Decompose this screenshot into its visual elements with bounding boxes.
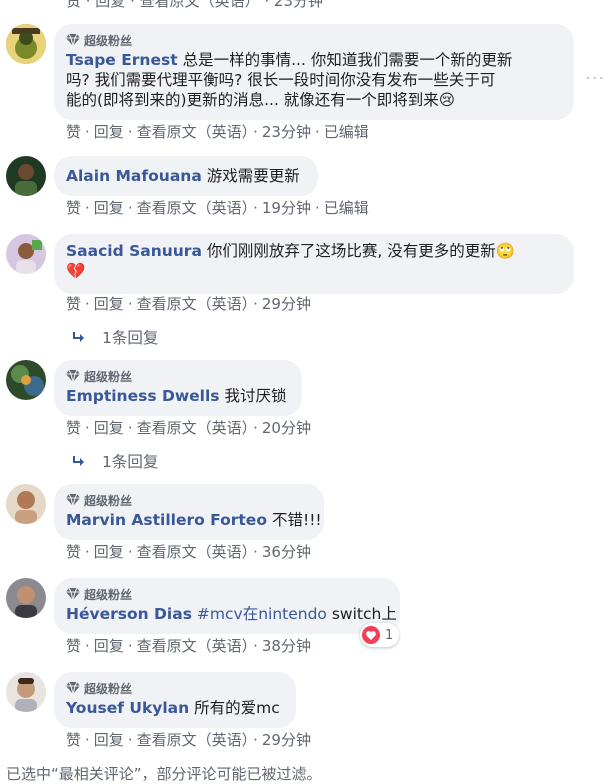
super-fan-badge: 超级粉丝 [66, 679, 284, 697]
heart-icon [362, 626, 380, 644]
comment-text: 能的(即将到来的)更新的消息... 就像还有一个即将到来😢 [66, 91, 455, 109]
comment-author[interactable]: Héverson Dias [66, 605, 192, 623]
see-original-button[interactable]: 查看原文（英语） [137, 199, 250, 217]
comment-text: 我讨厌锁 [224, 387, 287, 405]
replies-count[interactable]: 1条回复 [102, 451, 158, 473]
comment-time[interactable]: 23分钟 [262, 123, 311, 141]
edited-label[interactable]: 已编辑 [324, 199, 369, 217]
comment-text: 💔 [66, 262, 86, 280]
like-button[interactable]: 赞 [66, 419, 81, 437]
comment-actions: 赞 · 回复 · 查看原文（英语） · 38分钟 [66, 637, 311, 655]
edited-label[interactable]: 已编辑 [324, 123, 369, 141]
comment-bubble: Saacid Sanuura 你们刚刚放弃了这场比赛, 没有更多的更新🙄 💔 [54, 234, 574, 294]
comment-text: 游戏需要更新 [206, 167, 300, 185]
comment-time[interactable]: 29分钟 [262, 295, 311, 313]
view-replies-link[interactable]: 1条回复 [72, 451, 158, 473]
comment-bubble: 超级粉丝 Marvin Astillero Forteo 不错!!! [54, 484, 324, 540]
comment-text: 不错!!! [271, 511, 322, 529]
hashtag-link[interactable]: #mcv在nintendo [197, 605, 327, 623]
comment-time[interactable]: 38分钟 [262, 637, 311, 655]
reply-button[interactable]: 回复 [94, 123, 124, 141]
see-original-button[interactable]: 查看原文（英语） [137, 419, 250, 437]
like-button[interactable]: 赞 [66, 123, 81, 141]
diamond-icon [66, 588, 80, 600]
see-original-button[interactable]: 查看原文（英语） [137, 731, 250, 749]
comment-text: 吗? 我们需要代理平衡吗? 很长一段时间你没有发布一些关于可 [66, 71, 496, 89]
like-button[interactable]: 赞 [66, 731, 81, 749]
comment-bubble: 超级粉丝 Héverson Dias #mcv在nintendo switch上 [54, 578, 400, 634]
reply-arrow-icon [73, 456, 84, 466]
comment-author[interactable]: Yousef Ukylan [66, 699, 189, 717]
comment-author[interactable]: Tsape Ernest [66, 51, 178, 69]
comment-actions: 赞 · 回复 · 查看原文（英语） · 23分钟 · 已编辑 [66, 123, 369, 141]
reaction-count: 1 [385, 627, 394, 643]
comment-bubble: Alain Mafouana 游戏需要更新 [54, 156, 318, 196]
diamond-icon [66, 682, 80, 694]
comment-text: 总是一样的事情... 你知道我们需要一个新的更新 [182, 51, 513, 69]
comment-bubble: 超级粉丝 Tsape Ernest 总是一样的事情... 你知道我们需要一个新的更… [54, 24, 574, 120]
filter-notice: 已选中“最相关评论”，部分评论可能已被过滤。 [6, 765, 322, 783]
reply-button[interactable]: 回复 [94, 637, 124, 655]
comment-author[interactable]: Saacid Sanuura [66, 242, 202, 260]
reply-arrow-icon [73, 332, 84, 342]
reply-button[interactable]: 回复 [94, 199, 124, 217]
comment-author[interactable]: Emptiness Dwells [66, 387, 220, 405]
super-fan-label: 超级粉丝 [84, 587, 133, 602]
comment-actions: 赞 · 回复 · 查看原文（英语） · 36分钟 [66, 543, 311, 561]
comment-text: switch上 [326, 605, 397, 623]
comment-actions: 赞 · 回复 · 查看原文（英语） · 29分钟 [66, 731, 311, 749]
see-original-button[interactable]: 查看原文（英语） [137, 295, 250, 313]
view-replies-link[interactable]: 1条回复 [72, 327, 158, 349]
super-fan-label: 超级粉丝 [84, 369, 133, 384]
reply-button[interactable]: 回复 [94, 543, 124, 561]
reply-button[interactable]: 回复 [94, 419, 124, 437]
comment-time[interactable]: 29分钟 [262, 731, 311, 749]
super-fan-badge: 超级粉丝 [66, 491, 312, 509]
comment-time[interactable]: 20分钟 [262, 419, 311, 437]
super-fan-label: 超级粉丝 [84, 493, 133, 508]
comment-author[interactable]: Alain Mafouana [66, 167, 202, 185]
comment-time[interactable]: 19分钟 [262, 199, 311, 217]
super-fan-label: 超级粉丝 [84, 33, 133, 48]
avatar[interactable] [6, 484, 46, 524]
previous-comment-actions: 赞 · 回复 · 查看原文（英语） · 23分钟 [66, 0, 324, 10]
reply-button[interactable]: 回复 [94, 295, 124, 313]
comment-actions: 赞 · 回复 · 查看原文（英语） · 19分钟 · 已编辑 [66, 199, 369, 217]
comment-actions: 赞 · 回复 · 查看原文（英语） · 20分钟 [66, 419, 311, 437]
like-button[interactable]: 赞 [66, 543, 81, 561]
like-button[interactable]: 赞 [66, 295, 81, 313]
comment-time[interactable]: 36分钟 [262, 543, 311, 561]
comment-bubble: 超级粉丝 Yousef Ukylan 所有的爱mc [54, 672, 296, 728]
avatar[interactable] [6, 24, 46, 64]
super-fan-badge: 超级粉丝 [66, 367, 290, 385]
see-original-button[interactable]: 查看原文（英语） [137, 637, 250, 655]
comment-author[interactable]: Marvin Astillero Forteo [66, 511, 267, 529]
diamond-icon [66, 370, 80, 382]
comment-text: 你们刚刚放弃了这场比赛, 没有更多的更新🙄 [206, 242, 516, 260]
super-fan-label: 超级粉丝 [84, 681, 133, 696]
super-fan-badge: 超级粉丝 [66, 31, 562, 49]
diamond-icon [66, 34, 80, 46]
see-original-button[interactable]: 查看原文（英语） [137, 543, 250, 561]
see-original-button[interactable]: 查看原文（英语） [137, 123, 250, 141]
avatar[interactable] [6, 578, 46, 618]
avatar[interactable] [6, 234, 46, 274]
avatar[interactable] [6, 672, 46, 712]
replies-count[interactable]: 1条回复 [102, 327, 158, 349]
like-button[interactable]: 赞 [66, 199, 81, 217]
reaction-summary[interactable]: 1 [360, 623, 400, 647]
comment-bubble: 超级粉丝 Emptiness Dwells 我讨厌锁 [54, 360, 302, 416]
comment-actions: 赞 · 回复 · 查看原文（英语） · 29分钟 [66, 295, 311, 313]
diamond-icon [66, 494, 80, 506]
reply-button[interactable]: 回复 [94, 731, 124, 749]
avatar[interactable] [6, 156, 46, 196]
super-fan-badge: 超级粉丝 [66, 585, 388, 603]
like-button[interactable]: 赞 [66, 637, 81, 655]
more-options-icon[interactable]: ··· [585, 68, 605, 89]
avatar[interactable] [6, 360, 46, 400]
comment-text: 所有的爱mc [194, 699, 280, 717]
